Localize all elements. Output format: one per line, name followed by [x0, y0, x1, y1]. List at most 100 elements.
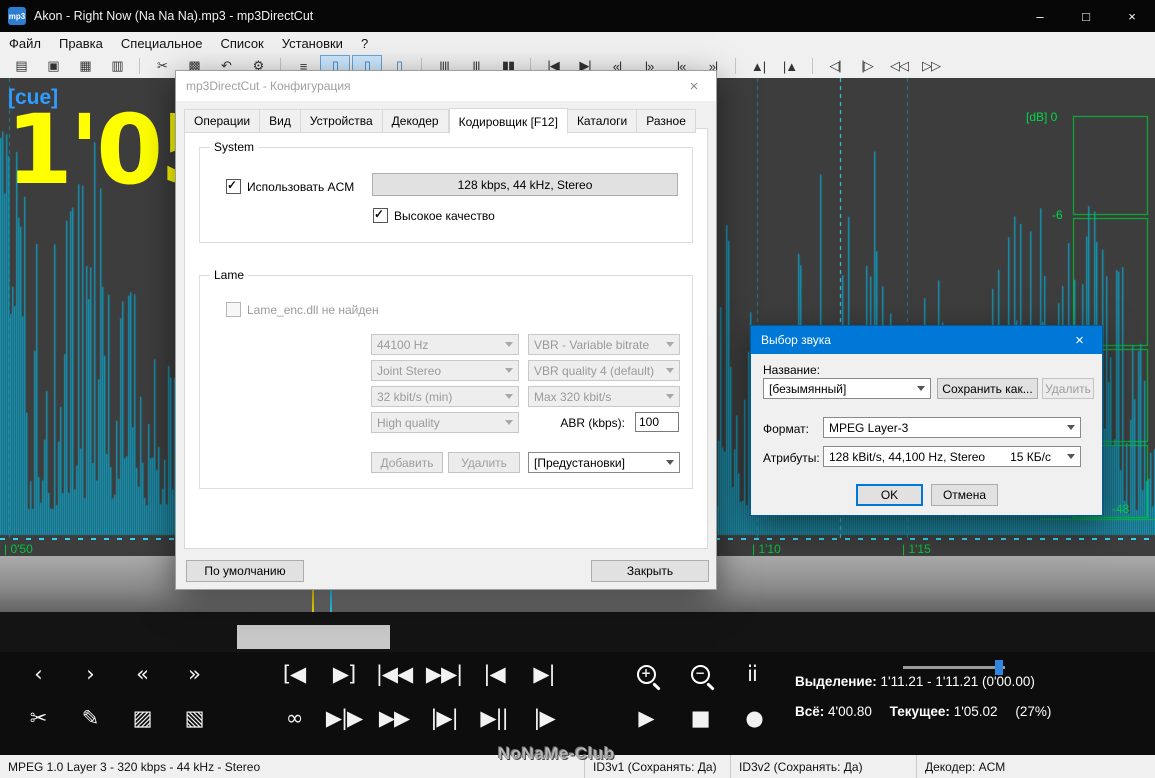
save-as-button[interactable]: Сохранить как...: [937, 378, 1038, 399]
fade-out-icon[interactable]: |▷: [852, 55, 882, 77]
chevron-down-icon: [917, 386, 925, 391]
next-cue-button[interactable]: ▶▶|: [424, 655, 464, 693]
sound-dialog-titlebar[interactable]: Выбор звука ×: [751, 326, 1102, 354]
window-title: Akon - Right Now (Na Na Na).mp3 - mp3Dir…: [34, 9, 314, 23]
prev-cue-button[interactable]: |◀◀: [374, 655, 414, 693]
add-preset-button: Добавить: [371, 452, 443, 473]
title-bar: mp3 Akon - Right Now (Na Na Na).mp3 - mp…: [0, 0, 1155, 32]
config-dialog-close-icon[interactable]: ×: [672, 71, 716, 101]
edit-button[interactable]: ✎: [70, 699, 110, 737]
play-to-end-button[interactable]: ▶||: [474, 699, 514, 737]
volume-row: [795, 656, 1147, 675]
gain-down-icon[interactable]: ◁◁: [884, 55, 914, 77]
forward-button[interactable]: »: [174, 655, 214, 693]
menu-help[interactable]: ?: [352, 34, 377, 53]
zoom-selection-button[interactable]: ii: [732, 655, 772, 693]
tab-operations[interactable]: Операции: [184, 109, 261, 133]
cut-icon[interactable]: ✂: [147, 55, 177, 77]
silence-button[interactable]: ▧: [174, 699, 214, 737]
config-dialog-titlebar[interactable]: mp3DirectCut - Конфигурация ×: [176, 71, 716, 101]
delete-sound-button: Удалить: [1042, 378, 1094, 399]
time-mark: | 0'50: [4, 542, 33, 556]
chevron-down-icon: [666, 368, 674, 373]
open-file-icon[interactable]: ▤: [6, 55, 36, 77]
use-acm-checkbox[interactable]: Использовать ACM: [226, 178, 354, 194]
config-close-button[interactable]: Закрыть: [591, 560, 709, 582]
set-cue-icon[interactable]: ▲|: [743, 55, 773, 77]
format-label: Формат:: [763, 422, 809, 436]
menu-settings[interactable]: Установки: [273, 34, 352, 53]
fade-in-icon[interactable]: ◁|: [820, 55, 850, 77]
play-fast-button[interactable]: ▶▶: [374, 699, 414, 737]
volume-slider-handle[interactable]: [995, 660, 1003, 675]
play-from-button[interactable]: |▶: [524, 699, 564, 737]
tab-devices[interactable]: Устройства: [300, 109, 383, 133]
channel-mode-select: Joint Stereo: [371, 360, 519, 381]
menu-list[interactable]: Список: [211, 34, 272, 53]
play-selection-button[interactable]: |▶|: [424, 699, 464, 737]
chevron-down-icon: [1067, 425, 1075, 430]
prev-frame-button[interactable]: ‹: [18, 655, 58, 693]
vbr-mode-select: VBR - Variable bitrate: [528, 334, 680, 355]
sound-name-select[interactable]: [безымянный]: [763, 378, 931, 399]
batch-icon[interactable]: ▥: [102, 55, 132, 77]
save-part-icon[interactable]: ▦: [70, 55, 100, 77]
save-icon[interactable]: ▣: [38, 55, 68, 77]
defaults-button[interactable]: По умолчанию: [186, 560, 304, 582]
goto-begin-button[interactable]: |◀: [474, 655, 514, 693]
crop-button[interactable]: ▨: [122, 699, 162, 737]
chevron-down-icon: [505, 368, 513, 373]
sound-dialog: Выбор звука × Название: [безымянный] Сох…: [750, 325, 1103, 516]
attributes-select[interactable]: 128 kBit/s, 44,100 Hz, Stereo 15 КБ/с: [823, 446, 1081, 467]
next-frame-button[interactable]: ›: [70, 655, 110, 693]
volume-slider[interactable]: [903, 660, 1005, 675]
rewind-button[interactable]: «: [122, 655, 162, 693]
samplerate-select: 44100 Hz: [371, 334, 519, 355]
minimize-button[interactable]: –: [1017, 0, 1063, 32]
status-id3v2: ID3v2 (Сохранять: Да): [730, 755, 916, 778]
tab-view[interactable]: Вид: [260, 109, 301, 133]
goto-end-button[interactable]: ▶|: [524, 655, 564, 693]
menu-file[interactable]: Файл: [0, 34, 50, 53]
play-button[interactable]: ▶: [626, 699, 666, 737]
maximize-button[interactable]: □: [1063, 0, 1109, 32]
menu-special[interactable]: Специальное: [112, 34, 212, 53]
transport-panel: ‹ › « » [◀ ▶] |◀◀ ▶▶| |◀ ▶| + − ii ✂ ✎ ▨ ▧ ∞ ▶|▶ ▶▶ |▶| ▶|| |…: [0, 652, 1155, 755]
delete-preset-button: Удалить: [448, 452, 520, 473]
high-quality-checkbox[interactable]: Высокое качество: [373, 207, 495, 223]
tab-misc[interactable]: Разное: [637, 109, 696, 133]
total-label: Всё:: [795, 704, 825, 719]
app-window: mp3 Akon - Right Now (Na Na Na).mp3 - mp…: [0, 0, 1155, 778]
total-value: 4'00.80: [828, 704, 872, 719]
ok-button[interactable]: OK: [856, 484, 923, 506]
cut-selection-button[interactable]: ✂: [18, 699, 58, 737]
presets-select[interactable]: [Предустановки]: [528, 452, 680, 473]
scrollbar-thumb[interactable]: [237, 625, 390, 649]
stop-button[interactable]: ■: [680, 699, 720, 737]
sound-dialog-close-icon[interactable]: ×: [1057, 326, 1102, 354]
cancel-button[interactable]: Отмена: [931, 484, 998, 506]
tab-encoder[interactable]: Кодировщик [F12]: [448, 108, 568, 134]
gain-up-icon[interactable]: ▷▷: [916, 55, 946, 77]
vbr-quality-select: VBR quality 4 (default): [528, 360, 680, 381]
auto-cue-icon[interactable]: |▲: [775, 55, 805, 77]
jump-sel-start-button[interactable]: [◀: [274, 655, 314, 693]
play-skip-button[interactable]: ▶|▶: [324, 699, 364, 737]
jump-sel-end-button[interactable]: ▶]: [324, 655, 364, 693]
record-button[interactable]: ●: [734, 699, 774, 737]
loop-button[interactable]: ∞: [274, 699, 314, 737]
zoom-in-button[interactable]: +: [626, 655, 666, 693]
tab-directories[interactable]: Каталоги: [567, 109, 638, 133]
tab-decoder[interactable]: Декодер: [382, 109, 449, 133]
close-button[interactable]: ×: [1109, 0, 1155, 32]
max-bitrate-select: Max 320 kbit/s: [528, 386, 680, 407]
high-quality-label: Высокое качество: [394, 208, 495, 223]
menu-edit[interactable]: Правка: [50, 34, 112, 53]
checkbox-checked-icon: [226, 178, 241, 194]
selection-value: 1'11.21 - 1'11.21 (0'00.00): [880, 674, 1035, 689]
status-format: MPEG 1.0 Layer 3 - 320 kbps - 44 kHz - S…: [8, 759, 261, 774]
abr-input[interactable]: [635, 412, 679, 432]
format-select[interactable]: MPEG Layer-3: [823, 417, 1081, 438]
zoom-out-button[interactable]: −: [680, 655, 720, 693]
acm-format-button[interactable]: 128 kbps, 44 kHz, Stereo: [372, 173, 678, 196]
